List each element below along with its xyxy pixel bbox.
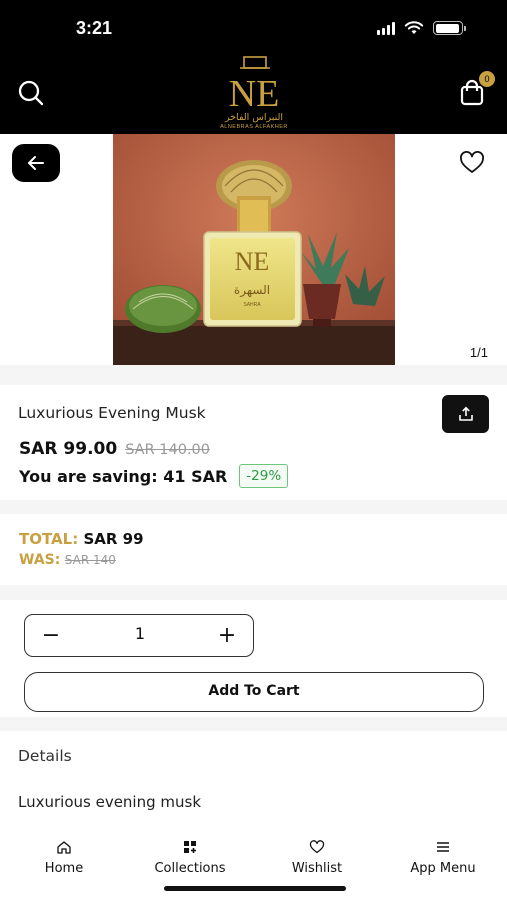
search-icon [18, 80, 44, 106]
search-button[interactable] [14, 76, 48, 110]
section-divider [0, 585, 507, 600]
status-bar: 3:21 [0, 0, 507, 52]
bottle-label-arabic: السهرة [234, 283, 270, 298]
brand-logo[interactable]: NE النبراس الفاخر ALNEBRAS ALFAKHER [204, 54, 304, 132]
arrow-left-icon [28, 156, 44, 170]
logo-arabic-text: النبراس الفاخر [224, 112, 284, 123]
add-to-cart-button[interactable]: Add To Cart [24, 672, 484, 712]
home-indicator[interactable] [164, 886, 346, 891]
details-description: Luxurious evening musk [18, 793, 202, 811]
gallery-counter: 1/1 [469, 345, 488, 360]
quantity-increase-button[interactable]: + [203, 615, 251, 655]
total-row: TOTAL: SAR 99 [19, 530, 144, 548]
section-divider [0, 365, 507, 385]
quantity-decrease-button[interactable]: − [27, 615, 75, 655]
wifi-icon [404, 21, 424, 34]
cart-button[interactable]: 0 [455, 71, 495, 110]
logo-english-text: ALNEBRAS ALFAKHER [220, 124, 288, 130]
quantity-stepper[interactable]: − 1 + [24, 614, 254, 657]
grid-icon [184, 841, 196, 853]
nav-app-menu[interactable]: App Menu [383, 840, 503, 876]
was-row: WAS: SAR 140 [19, 552, 116, 568]
back-button[interactable] [12, 144, 60, 182]
product-image[interactable]: NE السهرة SAHRA [113, 134, 395, 365]
battery-level [435, 23, 460, 33]
product-title: Luxurious Evening Musk [18, 404, 206, 422]
cactus-plant [125, 285, 201, 333]
heart-icon [460, 151, 484, 173]
wishlist-button[interactable] [459, 151, 485, 175]
nav-home-label: Home [44, 861, 84, 876]
section-divider [0, 500, 507, 514]
home-icon [57, 841, 71, 854]
menu-icon [437, 842, 449, 852]
saving-row: You are saving: 41 SAR -29% [19, 464, 289, 488]
app-header: NE النبراس الفاخر ALNEBRAS ALFAKHER 0 [0, 52, 507, 134]
status-icons [377, 21, 466, 35]
heart-icon [309, 840, 325, 854]
was-label: WAS: [19, 552, 61, 568]
current-price: SAR 99.00 [19, 439, 118, 459]
total-label: TOTAL: [19, 530, 79, 548]
battery-icon [433, 21, 466, 35]
share-icon [458, 406, 473, 421]
status-time: 3:21 [76, 18, 113, 38]
bottle-label-english: SAHRA [243, 302, 261, 308]
nav-wishlist-label: Wishlist [291, 861, 343, 876]
svg-text:NE: NE [235, 247, 270, 276]
details-heading: Details [18, 747, 72, 765]
logo-mark-icon: NE [229, 56, 280, 115]
nav-collections[interactable]: Collections [130, 840, 250, 876]
nav-collections-label: Collections [154, 861, 226, 876]
saving-text: You are saving: 41 SAR [19, 466, 228, 486]
total-value: SAR 99 [83, 530, 144, 548]
logo-mark-text: NE [229, 73, 280, 112]
share-button[interactable] [442, 395, 489, 433]
perfume-bottle: NE السهرة SAHRA [203, 160, 302, 327]
original-price: SAR 140.00 [125, 442, 210, 458]
nav-wishlist[interactable]: Wishlist [257, 840, 377, 876]
was-value: SAR 140 [64, 553, 116, 567]
nav-app-menu-label: App Menu [410, 861, 476, 876]
price-row: SAR 99.00 SAR 140.00 [19, 439, 210, 459]
cellular-signal-icon [377, 21, 395, 35]
section-divider [0, 717, 507, 731]
quantity-value[interactable]: 1 [85, 624, 195, 643]
discount-badge: -29% [239, 464, 289, 488]
cart-count-badge: 0 [479, 71, 495, 87]
nav-home[interactable]: Home [4, 840, 124, 876]
product-gallery[interactable]: NE السهرة SAHRA 1/1 [0, 134, 507, 365]
